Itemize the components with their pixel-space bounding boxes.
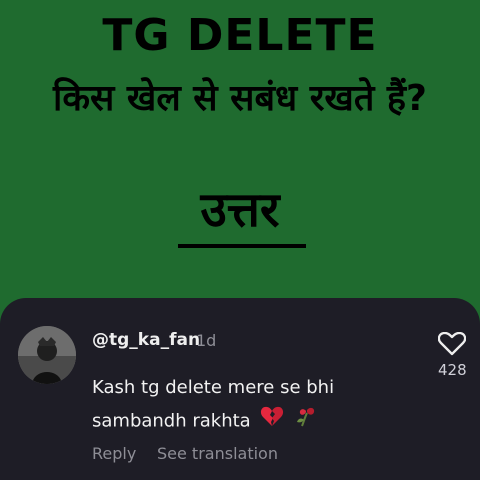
title-hi: किस खेल से सबंध रखते हैं? [53,78,427,119]
see-translation-button[interactable]: See translation [157,444,278,464]
comment-age: 1d [196,331,217,350]
page: TG DELETE किस खेल से सबंध रखते हैं? उत्त… [0,0,480,480]
username[interactable]: @tg_ka_fan [92,330,200,350]
title-en: TG DELETE [102,10,378,61]
comment-card: @tg_ka_fan 1d Kash tg delete mere se bhi… [0,298,480,480]
like-count: 428 [438,361,467,379]
wilted-rose-icon [294,404,318,439]
comment-text: Kash tg delete mere se bhi sambandh rakh… [92,372,392,439]
avatar-image [18,326,76,384]
broken-heart-icon [260,405,284,438]
heart-icon [437,331,467,356]
avatar[interactable] [18,326,76,384]
answer-underline [178,244,306,248]
video-background: TG DELETE किस खेल से सबंध रखते हैं? उत्त… [0,0,480,300]
reply-button[interactable]: Reply [92,444,136,464]
answer-label: उत्तर [200,182,280,238]
